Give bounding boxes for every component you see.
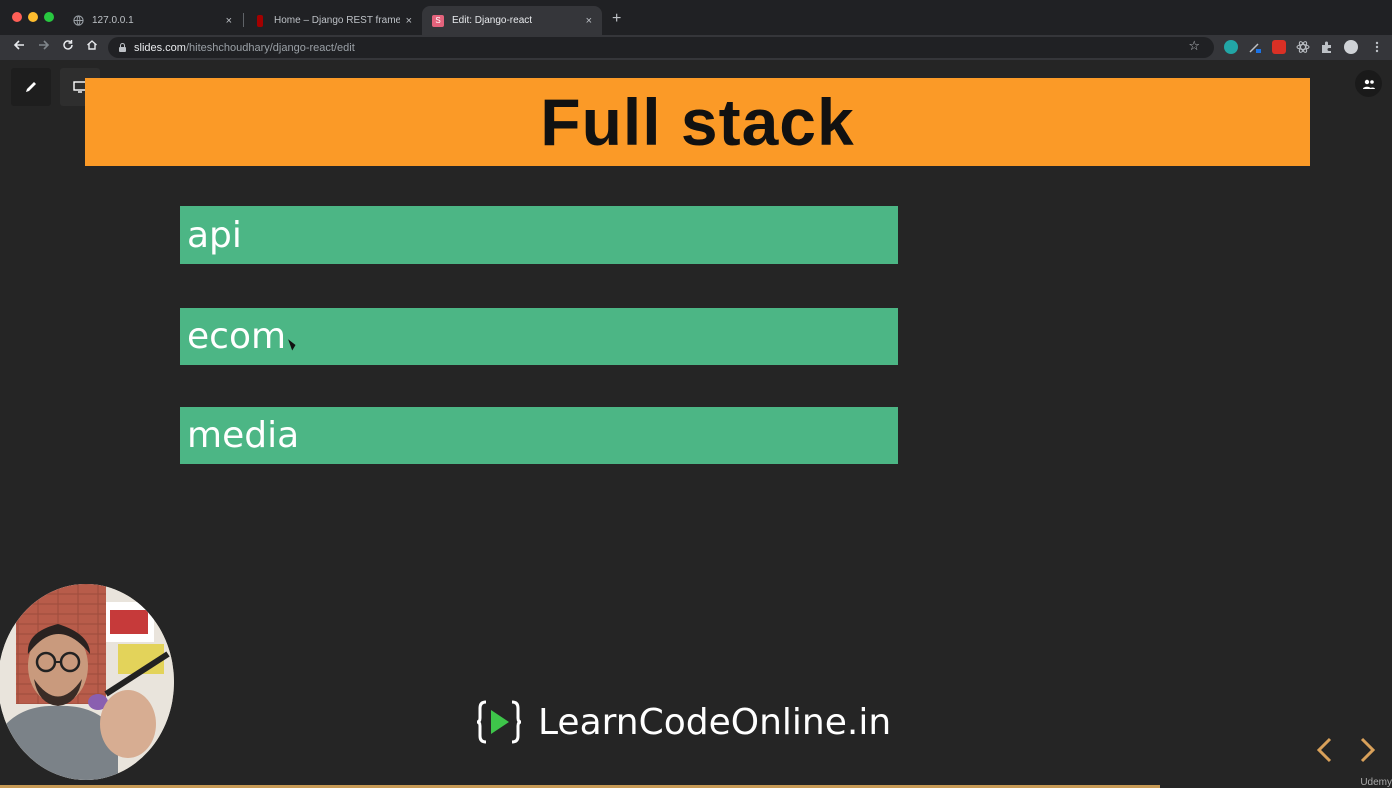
- tab-title: Edit: Django-react: [452, 15, 533, 26]
- home-button[interactable]: [83, 38, 101, 54]
- slide-editor-stage: Full stack api ecom media LearnCodeOnlin…: [0, 60, 1392, 788]
- draw-tool-button[interactable]: [11, 68, 51, 106]
- close-icon[interactable]: ×: [586, 15, 592, 27]
- close-icon[interactable]: ×: [226, 15, 232, 27]
- previous-slide-button[interactable]: [1314, 736, 1336, 764]
- slide-block-media[interactable]: media: [180, 407, 898, 464]
- reload-icon: [63, 40, 73, 50]
- collaborators-button[interactable]: [1355, 70, 1382, 97]
- chevron-left-icon: [1316, 737, 1332, 763]
- window-close-button[interactable]: [12, 12, 22, 22]
- django-rest-favicon-icon: [257, 14, 263, 27]
- browser-tab-localhost[interactable]: 127.0.0.1 ×: [62, 6, 242, 35]
- slide-title-banner[interactable]: Full stack: [85, 78, 1310, 166]
- profile-avatar[interactable]: [1344, 40, 1358, 54]
- browser-tab-slides-active[interactable]: S Edit: Django-react ×: [422, 6, 602, 35]
- extension-red-icon[interactable]: [1272, 40, 1286, 54]
- back-button[interactable]: [10, 38, 28, 54]
- slide-title: Full stack: [540, 85, 855, 159]
- slide-block-api[interactable]: api: [180, 206, 898, 264]
- udemy-watermark: Udemy: [1360, 777, 1392, 788]
- home-icon: [87, 40, 97, 50]
- extension-teal-icon[interactable]: [1224, 40, 1238, 54]
- window-minimize-button[interactable]: [28, 12, 38, 22]
- globe-icon: [72, 15, 84, 27]
- extensions-puzzle-icon[interactable]: [1320, 40, 1334, 54]
- browser-menu-icon[interactable]: [1370, 40, 1384, 54]
- address-bar[interactable]: slides.com/hiteshchoudhary/django-react/…: [108, 37, 1214, 58]
- bookmark-star-icon[interactable]: ☆: [1188, 38, 1200, 54]
- tab-title: 127.0.0.1: [92, 15, 134, 26]
- reload-button[interactable]: [59, 38, 77, 54]
- pen-icon: [26, 82, 36, 92]
- chevron-right-icon: [1360, 737, 1376, 763]
- window-zoom-button[interactable]: [44, 12, 54, 22]
- browser-tab-bar: 127.0.0.1 × Home – Django REST framewo ×…: [0, 0, 1392, 35]
- tab-title: Home – Django REST framewo: [274, 15, 400, 26]
- new-tab-button[interactable]: +: [612, 10, 621, 28]
- forward-button[interactable]: [35, 38, 53, 54]
- next-slide-button[interactable]: [1356, 736, 1378, 764]
- url-path: /hiteshchoudhary/django-react/edit: [185, 41, 355, 54]
- lock-icon: [118, 43, 127, 52]
- play-bracket-icon: [476, 700, 522, 744]
- arrow-left-icon: [13, 40, 24, 50]
- slide-block-ecom[interactable]: ecom: [180, 308, 898, 365]
- extension-react-icon[interactable]: [1296, 40, 1310, 54]
- brand-text: LearnCodeOnline.in: [538, 701, 892, 743]
- close-icon[interactable]: ×: [406, 15, 412, 27]
- arrow-right-icon: [39, 40, 50, 50]
- slides-favicon-icon: S: [432, 14, 444, 27]
- browser-toolbar: slides.com/hiteshchoudhary/django-react/…: [0, 35, 1392, 60]
- presenter-webcam: [0, 584, 174, 780]
- extension-pen-icon[interactable]: [1248, 40, 1262, 54]
- browser-tab-django-rest[interactable]: Home – Django REST framewo ×: [244, 6, 422, 35]
- users-icon: [1362, 79, 1375, 89]
- learncodeonline-logo: LearnCodeOnline.in: [476, 698, 891, 746]
- url-host: slides.com: [134, 41, 186, 54]
